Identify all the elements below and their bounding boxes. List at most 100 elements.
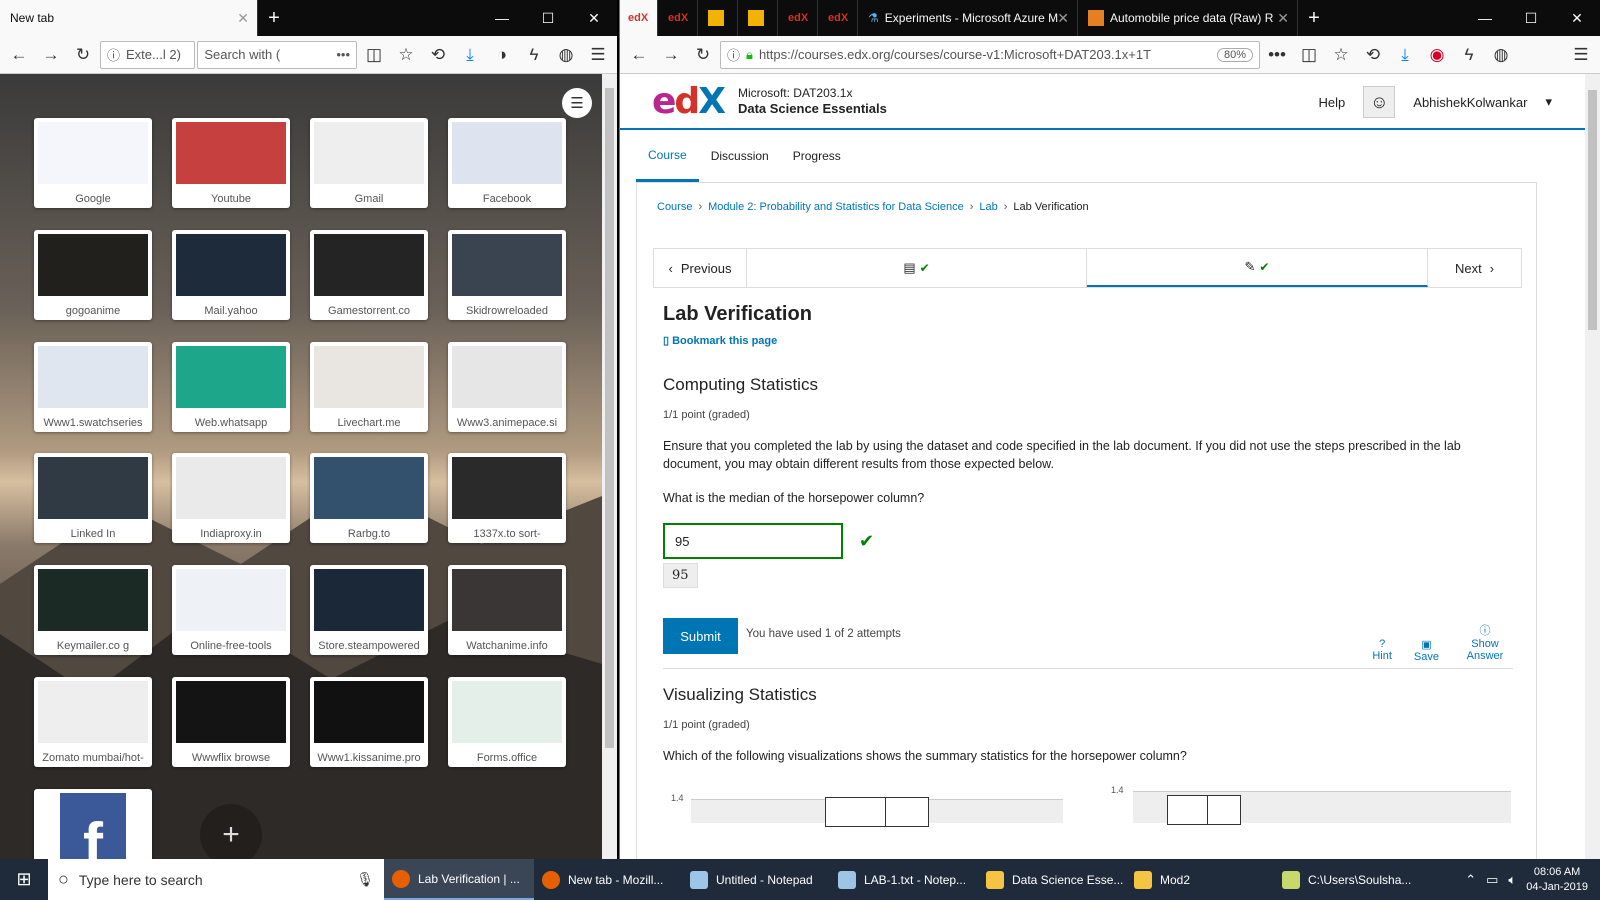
taskbar-search[interactable]: ○ Type here to search 🎙︎ [48, 859, 384, 900]
save-button[interactable]: ▣ Save [1414, 638, 1439, 663]
speed-dial-tile[interactable]: Web.whatsapp [172, 342, 290, 432]
close-tab-icon[interactable]: ✕ [237, 10, 249, 27]
edx-logo[interactable]: edX [652, 81, 726, 122]
speed-dial-tile[interactable]: 1337x.to sort- [448, 453, 566, 543]
taskbar-folder-dse[interactable]: Data Science Esse... [978, 859, 1126, 900]
tab-edx-active[interactable]: edX [620, 0, 658, 36]
address-bar[interactable]: ⓘ Exte...l 2) [100, 40, 196, 69]
back-icon[interactable]: ← [4, 40, 34, 70]
search-bar[interactable]: Search with ( ••• [197, 40, 357, 69]
close-tab-icon[interactable]: ✕ [1057, 10, 1069, 27]
history-icon[interactable]: ⟲ [423, 40, 453, 70]
tab-edx-2[interactable]: edX [658, 0, 698, 36]
tab-azure-experiments[interactable]: ⚗ Experiments - Microsoft Azure M ✕ [858, 0, 1078, 36]
flash-icon[interactable]: ϟ [1454, 40, 1484, 70]
speed-dial-tile[interactable]: Store.steampowered [310, 565, 428, 655]
forward-icon[interactable]: → [36, 40, 66, 70]
flash-icon[interactable]: ϟ [519, 40, 549, 70]
speed-dial-tile[interactable]: Gamestorrent.co [310, 230, 428, 320]
more-icon[interactable]: ••• [1262, 40, 1292, 70]
left-scrollbar[interactable] [602, 74, 617, 859]
avatar[interactable]: ☺ [1363, 86, 1396, 118]
breadcrumb-course[interactable]: Course [657, 201, 692, 213]
right-scroll-thumb[interactable] [1588, 90, 1597, 330]
forward-icon[interactable]: → [656, 40, 686, 70]
globe-icon[interactable]: ◍ [551, 40, 581, 70]
boxplot-option-2[interactable]: 1.4 [1111, 785, 1511, 825]
next-button[interactable]: Next › [1428, 249, 1521, 287]
speed-dial-tile[interactable]: Www1.kissanime.pro [310, 677, 428, 767]
tab-new-tab[interactable]: New tab ✕ [0, 0, 258, 36]
speed-dial-tile[interactable]: Online-free-tools [172, 565, 290, 655]
chevron-up-icon[interactable]: ⌃ [1465, 872, 1476, 888]
hint-button[interactable]: ? Hint [1372, 638, 1392, 663]
taskbar-firefox-lab[interactable]: Lab Verification | ... [384, 859, 534, 900]
speed-dial-tile[interactable]: gogoanime [34, 230, 152, 320]
speed-dial-tile[interactable]: Wwwflix browse [172, 677, 290, 767]
tab-download-1[interactable] [698, 0, 738, 36]
speed-dial-tile[interactable]: Zomato mumbai/hot- [34, 677, 152, 767]
unit-tab-1[interactable]: ▤ ✔ [747, 249, 1087, 287]
speed-dial-tile[interactable]: Mail.yahoo [172, 230, 290, 320]
star-icon[interactable]: ☆ [1326, 40, 1356, 70]
taskbar-notepad-lab1[interactable]: LAB-1.txt - Notep... [830, 859, 978, 900]
star-icon[interactable]: ☆ [391, 40, 421, 70]
bookmark-button[interactable]: ▯ Bookmark this page [663, 334, 1513, 347]
maximize-icon[interactable]: ☐ [525, 0, 571, 36]
clock[interactable]: 08:06 AM 04-Jan-2019 [1526, 865, 1588, 895]
speed-dial-tile[interactable]: Www3.animepace.si [448, 342, 566, 432]
unit-tab-2[interactable]: ✎ ✔ [1087, 249, 1428, 287]
info-icon[interactable]: ⓘ [727, 45, 740, 64]
privacy-icon[interactable]: ◑ [487, 40, 517, 70]
tab-discussion[interactable]: Discussion [699, 130, 781, 182]
ublock-icon[interactable]: ◉ [1422, 40, 1452, 70]
menu-icon[interactable]: ☰ [1566, 40, 1596, 70]
menu-icon[interactable]: ☰ [583, 40, 613, 70]
breadcrumb-module[interactable]: Module 2: Probability and Statistics for… [708, 201, 964, 213]
windows-start-icon[interactable]: ⊞ [0, 859, 48, 900]
download-icon[interactable]: ⤓ [1390, 40, 1420, 70]
microphone-icon[interactable]: 🎙︎ [356, 871, 374, 888]
reload-icon[interactable]: ↻ [68, 40, 98, 70]
right-scrollbar[interactable] [1585, 74, 1600, 859]
boxplot-option-1[interactable]: 1.4 [663, 793, 1063, 827]
tab-edx-4[interactable]: edX [818, 0, 858, 36]
speed-dial-tile[interactable]: Www1.swatchseries [34, 342, 152, 432]
chevron-down-icon[interactable]: ▾ [1545, 94, 1552, 110]
minimize-icon[interactable]: — [479, 0, 525, 36]
minimize-icon[interactable]: — [1462, 0, 1508, 36]
submit-button[interactable]: Submit [663, 618, 738, 654]
ntp-menu-icon[interactable]: ☰ [562, 88, 592, 118]
speed-dial-tile[interactable]: f [34, 789, 152, 859]
address-bar[interactable]: ⓘ 🔒︎ https://courses.edx.org/courses/cou… [720, 40, 1260, 69]
reload-icon[interactable]: ↻ [688, 40, 718, 70]
pocket-icon[interactable]: ◫ [359, 40, 389, 70]
new-tab-button[interactable]: + [1298, 0, 1330, 36]
speed-dial-tile[interactable]: Gmail [310, 118, 428, 208]
add-tile-button[interactable]: + [200, 804, 262, 859]
speed-dial-tile[interactable]: Indiaproxy.in [172, 453, 290, 543]
taskbar-firefox-newtab[interactable]: New tab - Mozill... [534, 859, 682, 900]
volume-icon[interactable]: 🔈︎ [1508, 872, 1516, 888]
answer-input[interactable]: 95 [663, 523, 843, 559]
close-tab-icon[interactable]: ✕ [1277, 10, 1289, 27]
speed-dial-tile[interactable]: Skidrowreloaded [448, 230, 566, 320]
speed-dial-tile[interactable]: Youtube [172, 118, 290, 208]
speed-dial-tile[interactable]: Forms.office [448, 677, 566, 767]
tab-course[interactable]: Course [636, 130, 699, 182]
speed-dial-tile[interactable]: Rarbg.to [310, 453, 428, 543]
close-window-icon[interactable]: ✕ [1554, 0, 1600, 36]
taskbar-notepad-untitled[interactable]: Untitled - Notepad [682, 859, 830, 900]
download-icon[interactable]: ⤓ [455, 40, 485, 70]
show-answer-button[interactable]: ⓘ Show Answer [1461, 622, 1509, 663]
globe-icon[interactable]: ◍ [1486, 40, 1516, 70]
pocket-icon[interactable]: ◫ [1294, 40, 1324, 70]
zoom-badge[interactable]: 80% [1216, 47, 1253, 62]
new-tab-button[interactable]: + [258, 0, 290, 36]
info-icon[interactable]: ⓘ [107, 45, 120, 64]
tab-progress[interactable]: Progress [781, 130, 853, 182]
breadcrumb-lab[interactable]: Lab [979, 201, 997, 213]
close-window-icon[interactable]: ✕ [571, 0, 617, 36]
maximize-icon[interactable]: ☐ [1508, 0, 1554, 36]
help-link[interactable]: Help [1319, 95, 1346, 110]
